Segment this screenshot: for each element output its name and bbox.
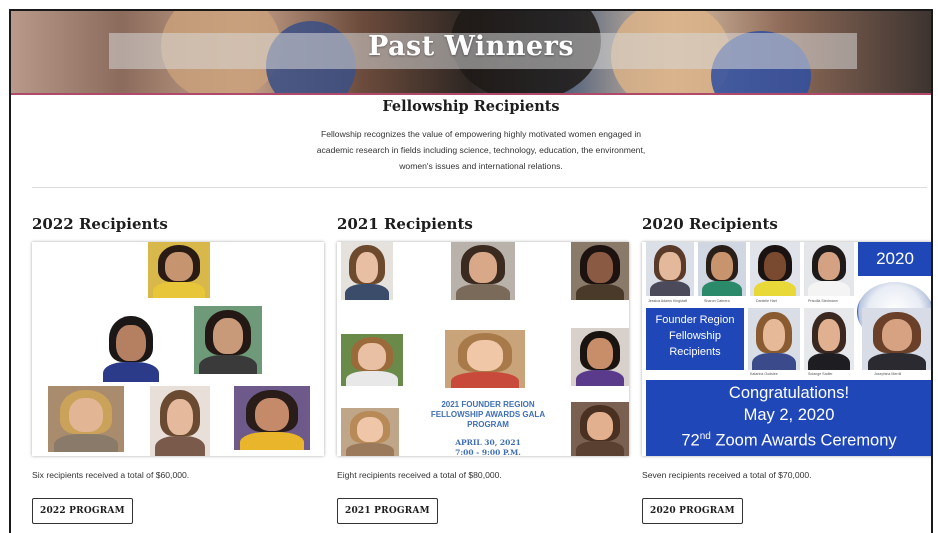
recipients-2020-image[interactable]: Jessica Adams Kingstaff Sharon Cabrera D… [642,242,931,456]
recipient-photo [748,308,800,370]
ceremony-line: 72nd Zoom Awards Ceremony [646,426,931,452]
program-2021-button[interactable]: 2021 PROGRAM [337,498,438,524]
recipients-2020-column: 2020 Recipients Jessica Adams Kingstaff … [642,215,931,524]
recipient-photo [750,242,800,296]
recipients-2020-summary: Seven recipients received a total of $70… [642,470,812,480]
program-cover-line: FELLOWSHIP AWARDS GALA [430,410,546,419]
ceremony-text: Zoom Awards Ceremony [710,431,897,450]
recipient-photo [646,242,694,296]
recipient-photo [571,328,629,386]
page-frame: Past Winners Fellowship Recipients Fello… [9,9,933,533]
photo-caption: Danielle Hart [756,299,777,303]
program-date-line: APRIL 30, 2021 [455,438,521,447]
recipient-photo [98,312,164,382]
recipient-photo [445,330,525,388]
program-cover-line: 2021 FOUNDER REGION [441,400,535,409]
founder-line: Founder Region [655,314,735,326]
page-title: Past Winners [367,31,575,62]
photo-caption: Priscilla Stedmann [808,299,838,303]
program-cover-line: PROGRAM [467,420,509,429]
recipients-2022-heading: 2022 Recipients [32,215,168,233]
hero-banner: Past Winners [11,11,931,95]
recipient-photo [451,242,515,300]
section-title: Fellowship Recipients [382,98,560,115]
ceremony-ordinal: nd [699,431,711,442]
recipients-2022-summary: Six recipients received a total of $60,0… [32,470,190,480]
photo-caption: Jessica Adams Kingstaff [648,299,687,303]
recipient-photo [862,308,931,370]
program-date-line: 7:00 - 9:00 P.M. [455,448,521,456]
recipient-photo [194,306,262,374]
recipient-photo [571,402,629,456]
intro-line: academic research in fields including sc… [316,145,646,155]
recipient-photo [234,386,310,450]
program-2020-button[interactable]: 2020 PROGRAM [642,498,743,524]
recipients-2022-image[interactable] [32,242,324,456]
founder-line: Recipients [669,346,721,358]
congratulations-banner: Congratulations! May 2, 2020 72nd Zoom A… [646,380,931,456]
year-2020-box: 2020 [858,242,931,276]
recipient-photo [341,334,403,386]
recipients-2021-heading: 2021 Recipients [337,215,473,233]
recipient-photo [571,242,629,300]
divider [32,187,927,188]
recipient-photo [341,242,393,300]
recipients-2020-heading: 2020 Recipients [642,215,778,233]
recipient-photo [804,308,854,370]
program-cover-date: APRIL 30, 2021 7:00 - 9:00 P.M. [423,438,553,456]
recipient-photo [698,242,746,296]
congrats-line: Congratulations! [728,384,850,402]
photo-caption: Sharon Cabrera [704,299,730,303]
intro-text: Fellowship recognizes the value of empow… [301,126,661,174]
congrats-line: May 2, 2020 [743,406,835,424]
founder-region-box: Founder Region Fellowship Recipients [646,308,744,370]
photo-caption: Solange Sadler [808,372,833,376]
recipient-photo [804,242,854,296]
recipient-photo [150,386,210,456]
program-2022-button[interactable]: 2022 PROGRAM [32,498,133,524]
program-cover-title: 2021 FOUNDER REGION FELLOWSHIP AWARDS GA… [423,400,553,430]
recipients-2021-image[interactable]: 2021 FOUNDER REGION FELLOWSHIP AWARDS GA… [337,242,629,456]
intro-line: Fellowship recognizes the value of empow… [320,129,642,139]
recipients-2021-summary: Eight recipients received a total of $80… [337,470,502,480]
intro-line: women's issues and international relatio… [399,161,563,171]
recipients-2021-column: 2021 Recipients 2021 FOUNDER REGION FELL… [337,215,629,524]
recipient-photo [48,386,124,452]
ceremony-number: 72 [681,431,700,450]
founder-line: Fellowship [669,330,721,342]
photo-caption: Josephina Merrill [874,372,902,376]
recipient-photo [148,242,210,298]
photo-caption: Katarina Godslee [750,372,778,376]
recipients-2022-column: 2022 Recipients Six recipients received … [32,215,324,524]
recipient-photo [341,408,399,456]
